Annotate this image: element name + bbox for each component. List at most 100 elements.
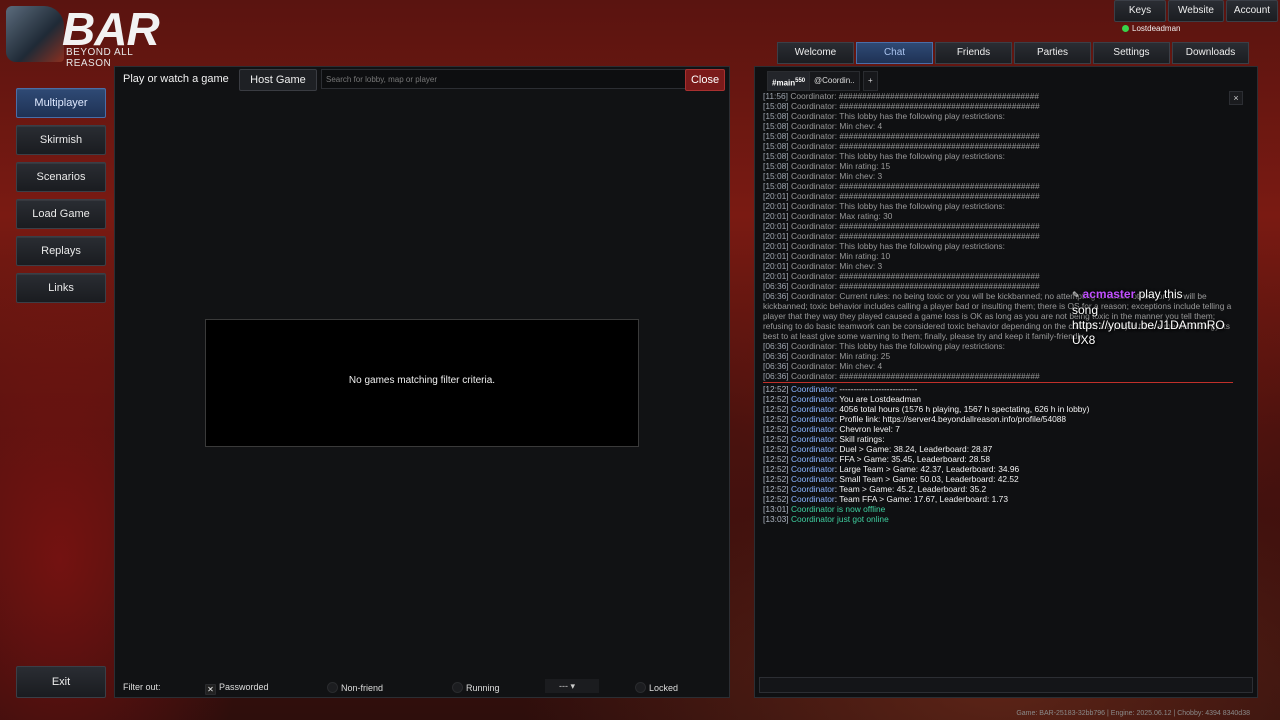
gift-icon: ✎ [1072,290,1080,300]
menu-multiplayer-button[interactable]: Multiplayer [16,88,106,118]
unread-divider [763,382,1233,383]
lobby-search-input[interactable] [321,69,689,89]
chat-sender[interactable]: Coordinator [791,464,835,474]
account-button[interactable]: Account [1226,0,1278,22]
chat-message: [15:08] Coordinator: This lobby has the … [763,111,1005,121]
lobby-panel: Play or watch a game Host Game Close No … [114,66,730,698]
lobby-header: Play or watch a game Host Game Close [115,67,729,93]
chat-sender[interactable]: Coordinator [791,394,835,404]
chat-message: [15:08] Coordinator: ###################… [763,101,1040,111]
menu-scenarios-button[interactable]: Scenarios [16,162,106,192]
chat-input[interactable] [759,677,1253,693]
chat-message: [12:52] Coordinator: Team > Game: 45.2, … [763,484,987,494]
close-button[interactable]: Close [685,69,725,91]
chat-message: [11:56] Coordinator: ###################… [763,91,1040,101]
filter-running[interactable]: Running [452,682,500,693]
chat-message: [20:01] Coordinator: Min chev: 3 [763,261,883,271]
chat-message: [12:52] Coordinator: Small Team > Game: … [763,474,1019,484]
tab-chat[interactable]: Chat [856,42,933,64]
checkbox-checked-icon[interactable]: ✕ [205,684,216,695]
chat-message: [12:52] Coordinator: Duel > Game: 38.24,… [763,444,993,454]
chat-message: [15:08] Coordinator: ###################… [763,131,1040,141]
chat-message: [15:08] Coordinator: ###################… [763,141,1040,151]
chat-message: [13:03] Coordinator just got online [763,514,889,524]
empty-list-message: No games matching filter criteria. [348,375,496,386]
chat-message: [12:52] Coordinator: 4056 total hours (1… [763,404,1090,414]
chat-message: [20:01] Coordinator: Min rating: 10 [763,251,891,261]
chat-message: [12:52] Coordinator: Team FFA > Game: 17… [763,494,1008,504]
chat-sender[interactable]: Coordinator [791,424,835,434]
add-channel-button[interactable]: + [863,71,878,91]
chat-message: [12:52] Coordinator: Large Team > Game: … [763,464,1020,474]
chat-message: [12:52] Coordinator: You are Lostdeadman [763,394,921,404]
chat-message: [20:01] Coordinator: This lobby has the … [763,201,1005,211]
chat-message: [12:52] Coordinator: Skill ratings: [763,434,885,444]
chevron-down-icon: ▾ [570,681,576,691]
chat-sender[interactable]: Coordinator [791,474,835,484]
chat-message: [20:01] Coordinator: ###################… [763,271,1040,281]
tab-downloads[interactable]: Downloads [1172,42,1249,64]
chat-sender[interactable]: Coordinator [791,384,835,394]
username: Lostdeadman [1132,24,1181,33]
chat-message: [20:01] Coordinator: ###################… [763,191,1040,201]
chat-sender[interactable]: Coordinator [791,484,835,494]
checkbox-icon[interactable] [327,682,338,693]
chat-sender[interactable]: Coordinator [791,434,835,444]
host-game-button[interactable]: Host Game [239,69,317,91]
chat-message: [06:36] Coordinator: Min chev: 4 [763,361,883,371]
stream-overlay: ✎ acmaster play this song https://youtu.b… [1072,287,1225,347]
chat-sender[interactable]: Coordinator [791,414,835,424]
user-status[interactable]: Lostdeadman [1122,24,1180,33]
chat-message: [12:52] Coordinator: -------------------… [763,384,918,394]
chat-message: [12:52] Coordinator: Profile link: https… [763,414,1067,424]
chat-message: [15:08] Coordinator: This lobby has the … [763,151,1005,161]
menu-load-game-button[interactable]: Load Game [16,199,106,229]
unread-badge: 550 [795,78,806,84]
chat-message: [15:08] Coordinator: Min rating: 15 [763,161,891,171]
version-info: Game: BAR-25183-32bb796 | Engine: 2025.0… [1016,710,1250,717]
chat-message: [13:01] Coordinator is now offline [763,504,886,514]
chat-panel: #main550 @Coordin.. + × [11:56] Coordina… [754,66,1258,698]
bar-logo: BAR BEYOND ALL REASON [6,3,166,69]
filter-bar: Filter out: ✕ Passworded Non-friend Runni… [115,677,729,697]
chat-message: [06:36] Coordinator: ###################… [763,371,1040,381]
tab-friends[interactable]: Friends [935,42,1012,64]
tab-parties[interactable]: Parties [1014,42,1091,64]
chat-message: [06:36] Coordinator: Min rating: 25 [763,351,891,361]
channel-tab-main[interactable]: #main550 [767,71,811,91]
chat-sender[interactable]: Coordinator [791,494,835,504]
filter-label: Filter out: [123,682,161,692]
tab-settings[interactable]: Settings [1093,42,1170,64]
chat-message: [20:01] Coordinator: ###################… [763,231,1040,241]
menu-links-button[interactable]: Links [16,273,106,303]
chat-message: [20:01] Coordinator: ###################… [763,221,1040,231]
chat-sender[interactable]: Coordinator [791,454,835,464]
checkbox-icon[interactable] [635,682,646,693]
chat-sender[interactable]: Coordinator [791,504,835,514]
channel-tab-coordinator[interactable]: @Coordin.. [809,71,860,91]
online-status-icon [1122,25,1129,32]
filter-dropdown[interactable]: --- ▾ [545,679,599,693]
filter-locked[interactable]: Locked [635,682,678,693]
chat-message: [15:08] Coordinator: Min chev: 4 [763,121,883,131]
checkbox-icon[interactable] [452,682,463,693]
lobby-list: No games matching filter criteria. [205,319,639,447]
chat-message: [15:08] Coordinator: Min chev: 3 [763,171,883,181]
menu-replays-button[interactable]: Replays [16,236,106,266]
chat-message: [20:01] Coordinator: Max rating: 30 [763,211,893,221]
overlay-username: acmaster [1082,287,1136,301]
chat-message: [12:52] Coordinator: FFA > Game: 35.45, … [763,454,990,464]
tab-welcome[interactable]: Welcome [777,42,854,64]
website-button[interactable]: Website [1168,0,1224,22]
keys-button[interactable]: Keys [1114,0,1166,22]
chat-message: [15:08] Coordinator: ###################… [763,181,1040,191]
chat-sender[interactable]: Coordinator [791,444,835,454]
chat-sender[interactable]: Coordinator [791,514,835,524]
chat-message: [12:52] Coordinator: Chevron level: 7 [763,424,900,434]
filter-passworded[interactable]: ✕ Passworded [205,682,269,695]
menu-skirmish-button[interactable]: Skirmish [16,125,106,155]
chat-message: [20:01] Coordinator: This lobby has the … [763,241,1005,251]
filter-non-friend[interactable]: Non-friend [327,682,383,693]
chat-sender[interactable]: Coordinator [791,404,835,414]
exit-button[interactable]: Exit [16,666,106,698]
